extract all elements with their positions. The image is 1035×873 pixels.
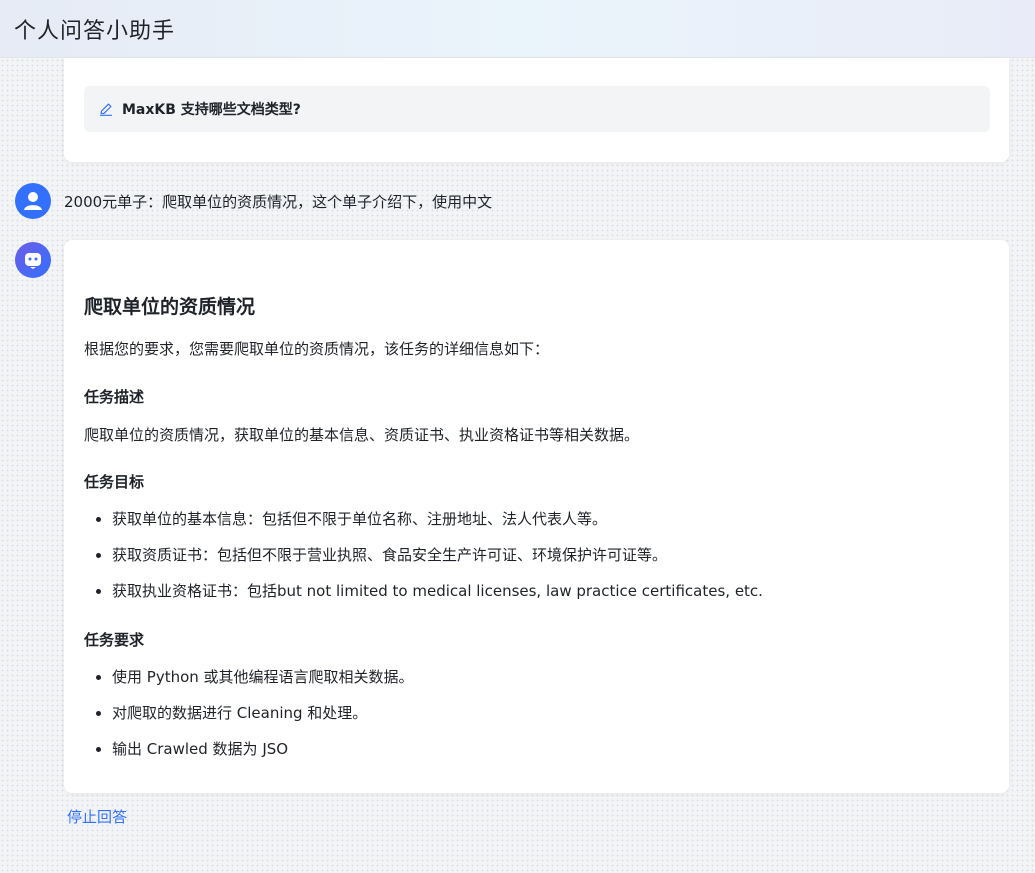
app-title: 个人问答小助手 (14, 18, 176, 44)
section-title-goals: 任务目标 (84, 473, 145, 491)
section-title-requirements: 任务要求 (84, 631, 145, 649)
requirements-list: 使用 Python 或其他编程语言爬取相关数据。 对爬取的数据进行 Cleani… (94, 659, 414, 767)
list-item: 获取资质证书：包括但不限于营业执照、食品安全生产许可证、环境保护许可证等。 (94, 537, 763, 573)
stop-answer-button[interactable]: 停止回答 (67, 806, 127, 827)
suggested-question-text: MaxKB 支持哪些文档类型? (122, 102, 301, 118)
previous-answer-card: MaxKB 支持哪些文档类型? (64, 58, 1009, 162)
answer-intro: 根据您的要求，您需要爬取单位的资质情况，该任务的详细信息如下： (84, 340, 550, 358)
section-title-description: 任务描述 (84, 388, 145, 406)
bot-avatar (15, 242, 51, 278)
user-avatar (15, 183, 51, 219)
suggested-question[interactable]: MaxKB 支持哪些文档类型? (84, 86, 990, 132)
chat-area[interactable]: MaxKB 支持哪些文档类型? 2000元单子：爬取单位的资质情况，这个单子介绍… (0, 58, 1035, 873)
user-message: 2000元单子：爬取单位的资质情况，这个单子介绍下，使用中文 (64, 193, 493, 211)
robot-icon (25, 253, 41, 269)
answer-heading: 爬取单位的资质情况 (84, 296, 256, 318)
list-item: 使用 Python 或其他编程语言爬取相关数据。 (94, 659, 414, 695)
answer-card: 爬取单位的资质情况 根据您的要求，您需要爬取单位的资质情况，该任务的详细信息如下… (64, 240, 1009, 793)
list-item: 对爬取的数据进行 Cleaning 和处理。 (94, 695, 414, 731)
list-item: 获取执业资格证书：包括but not limited to medical li… (94, 573, 763, 609)
goals-list: 获取单位的基本信息：包括但不限于单位名称、注册地址、法人代表人等。 获取资质证书… (94, 501, 763, 609)
pencil-icon (99, 103, 113, 116)
chat-page: 个人问答小助手 MaxKB 支持哪些文档类型? 2000元单子：爬取单位的资质情… (0, 0, 1035, 873)
section-text-description: 爬取单位的资质情况，获取单位的基本信息、资质证书、执业资格证书等相关数据。 (84, 426, 640, 444)
user-icon (24, 192, 42, 210)
list-item: 获取单位的基本信息：包括但不限于单位名称、注册地址、法人代表人等。 (94, 501, 763, 537)
list-item: 输出 Crawled 数据为 JSO (94, 731, 414, 767)
app-header: 个人问答小助手 (0, 0, 1035, 58)
